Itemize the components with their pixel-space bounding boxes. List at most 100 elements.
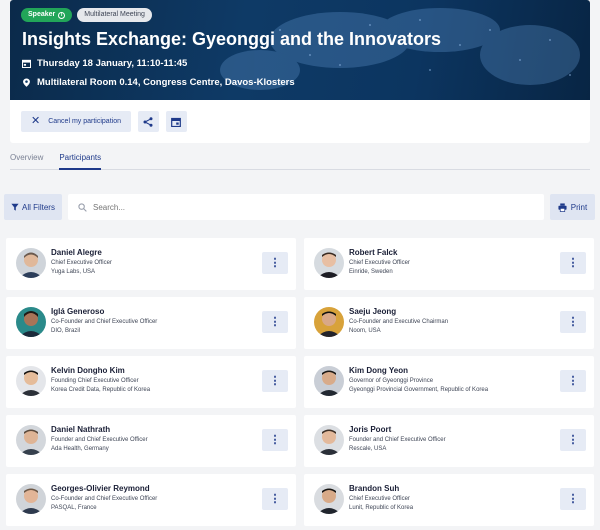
participant-organization: Yuga Labs, USA	[51, 269, 96, 275]
more-options-button[interactable]: ⋮	[262, 252, 288, 274]
calendar-icon	[22, 59, 31, 68]
participant-role: Co-Founder and Executive Chairman	[349, 319, 449, 325]
more-vertical-icon: ⋮	[269, 315, 281, 328]
cancel-participation-button[interactable]: ✕ Cancel my participation	[21, 111, 131, 132]
participant-organization: Lunit, Republic of Korea	[349, 505, 414, 511]
info-icon[interactable]: i	[58, 11, 66, 19]
participant-name[interactable]: Robert Falck	[349, 248, 397, 257]
tab-overview[interactable]: Overview	[10, 152, 43, 169]
avatar	[314, 425, 344, 455]
search-icon	[78, 202, 87, 212]
close-icon: ✕	[31, 115, 41, 127]
speaker-badge: Speaker i	[21, 8, 73, 22]
participant-card[interactable]: Joris Poort Founder and Chief Executive …	[304, 415, 594, 467]
participant-organization: Korea Credit Data, Republic of Korea	[51, 387, 151, 393]
share-button[interactable]	[137, 111, 159, 132]
more-options-button[interactable]: ⋮	[262, 370, 288, 392]
session-title: Insights Exchange: Gyeonggi and the Inno…	[22, 29, 442, 49]
more-options-button[interactable]: ⋮	[560, 370, 586, 392]
participant-role: Co-Founder and Chief Executive Officer	[51, 496, 158, 502]
avatar	[16, 307, 46, 337]
participant-name[interactable]: Kim Dong Yeon	[349, 366, 408, 375]
more-vertical-icon: ⋮	[269, 492, 281, 505]
share-icon	[143, 116, 153, 127]
session-header-card: Speaker i Multilateral Meeting Insights …	[10, 0, 590, 143]
printer-icon	[558, 202, 567, 212]
more-options-button[interactable]: ⋮	[560, 429, 586, 451]
participant-name[interactable]: Kelvin Dongho Kim	[51, 366, 125, 375]
participant-card[interactable]: Georges-Olivier Reymond Co-Founder and C…	[6, 474, 296, 526]
participant-organization: Gyeonggi Provincial Government, Republic…	[349, 387, 489, 393]
all-filters-label: All Filters	[22, 202, 55, 212]
participant-role: Founder and Chief Executive Officer	[349, 437, 446, 443]
more-options-button[interactable]: ⋮	[560, 311, 586, 333]
participant-name[interactable]: Daniel Alegre	[51, 248, 102, 257]
participant-name[interactable]: Daniel Nathrath	[51, 425, 110, 434]
participant-name[interactable]: Iglá Generoso	[51, 307, 104, 316]
search-input[interactable]	[93, 202, 513, 212]
cancel-participation-label: Cancel my participation	[48, 118, 121, 125]
more-vertical-icon: ⋮	[269, 374, 281, 387]
more-options-button[interactable]: ⋮	[262, 429, 288, 451]
participant-role: Founding Chief Executive Officer	[51, 378, 139, 384]
search-box	[68, 194, 544, 220]
avatar	[314, 366, 344, 396]
participant-role: Chief Executive Officer	[349, 260, 410, 266]
participant-role: Co-Founder and Chief Executive Officer	[51, 319, 158, 325]
more-options-button[interactable]: ⋮	[560, 488, 586, 510]
session-date: Thursday 18 January, 11:10-11:45	[22, 58, 187, 69]
tab-participants[interactable]: Participants	[59, 152, 102, 170]
participant-name[interactable]: Brandon Suh	[349, 484, 399, 493]
participant-organization: PASQAL, France	[51, 505, 97, 511]
participant-role: Founder and Chief Executive Officer	[51, 437, 148, 443]
avatar	[16, 425, 46, 455]
location-pin-icon	[23, 78, 30, 87]
participant-organization: Rescale, USA	[349, 446, 387, 452]
participant-name[interactable]: Joris Poort	[349, 425, 391, 434]
session-type-badge: Multilateral Meeting	[77, 8, 152, 22]
participant-organization: Ada Health, Germany	[51, 446, 109, 452]
participant-card[interactable]: Brandon Suh Chief Executive Officer Luni…	[304, 474, 594, 526]
participant-card[interactable]: Saeju Jeong Co-Founder and Executive Cha…	[304, 297, 594, 349]
participant-organization: DIO, Brazil	[51, 328, 81, 334]
speaker-badge-label: Speaker	[28, 11, 56, 18]
participant-card[interactable]: Daniel Nathrath Founder and Chief Execut…	[6, 415, 296, 467]
participant-organization: Noom, USA	[349, 328, 381, 334]
more-vertical-icon: ⋮	[567, 492, 579, 505]
participant-role: Governor of Gyeonggi Province	[349, 378, 434, 384]
participant-name[interactable]: Georges-Olivier Reymond	[51, 484, 150, 493]
more-vertical-icon: ⋮	[567, 433, 579, 446]
more-vertical-icon: ⋮	[567, 315, 579, 328]
print-label: Print	[570, 202, 588, 212]
all-filters-button[interactable]: All Filters	[4, 194, 62, 220]
participant-role: Chief Executive Officer	[349, 496, 410, 502]
more-vertical-icon: ⋮	[269, 433, 281, 446]
avatar	[16, 484, 46, 514]
session-location-text: Multilateral Room 0.14, Congress Centre,…	[37, 77, 295, 88]
avatar	[314, 307, 344, 337]
participant-name[interactable]: Saeju Jeong	[349, 307, 396, 316]
session-hero-banner: Speaker i Multilateral Meeting Insights …	[10, 0, 590, 100]
session-date-text: Thursday 18 January, 11:10-11:45	[37, 58, 188, 69]
participant-card[interactable]: Kim Dong Yeon Governor of Gyeonggi Provi…	[304, 356, 594, 408]
participant-card[interactable]: Robert Falck Chief Executive Officer Ein…	[304, 238, 594, 290]
session-location: Multilateral Room 0.14, Congress Centre,…	[22, 77, 295, 88]
avatar	[16, 366, 46, 396]
participant-card[interactable]: Daniel Alegre Chief Executive Officer Yu…	[6, 238, 296, 290]
participant-role: Chief Executive Officer	[51, 260, 112, 266]
more-vertical-icon: ⋮	[567, 256, 579, 269]
more-options-button[interactable]: ⋮	[262, 488, 288, 510]
participant-card[interactable]: Kelvin Dongho Kim Founding Chief Executi…	[6, 356, 296, 408]
filter-icon	[11, 203, 19, 211]
more-options-button[interactable]: ⋮	[560, 252, 586, 274]
avatar	[314, 248, 344, 278]
participant-card[interactable]: Iglá Generoso Co-Founder and Chief Execu…	[6, 297, 296, 349]
more-vertical-icon: ⋮	[269, 256, 281, 269]
more-options-button[interactable]: ⋮	[262, 311, 288, 333]
calendar-icon	[171, 117, 182, 127]
session-tabs: Overview Participants	[10, 152, 590, 170]
add-to-calendar-button[interactable]	[165, 111, 187, 132]
participants-toolbar: All Filters Print	[4, 194, 595, 220]
avatar	[16, 248, 46, 278]
print-button[interactable]: Print	[550, 194, 595, 220]
